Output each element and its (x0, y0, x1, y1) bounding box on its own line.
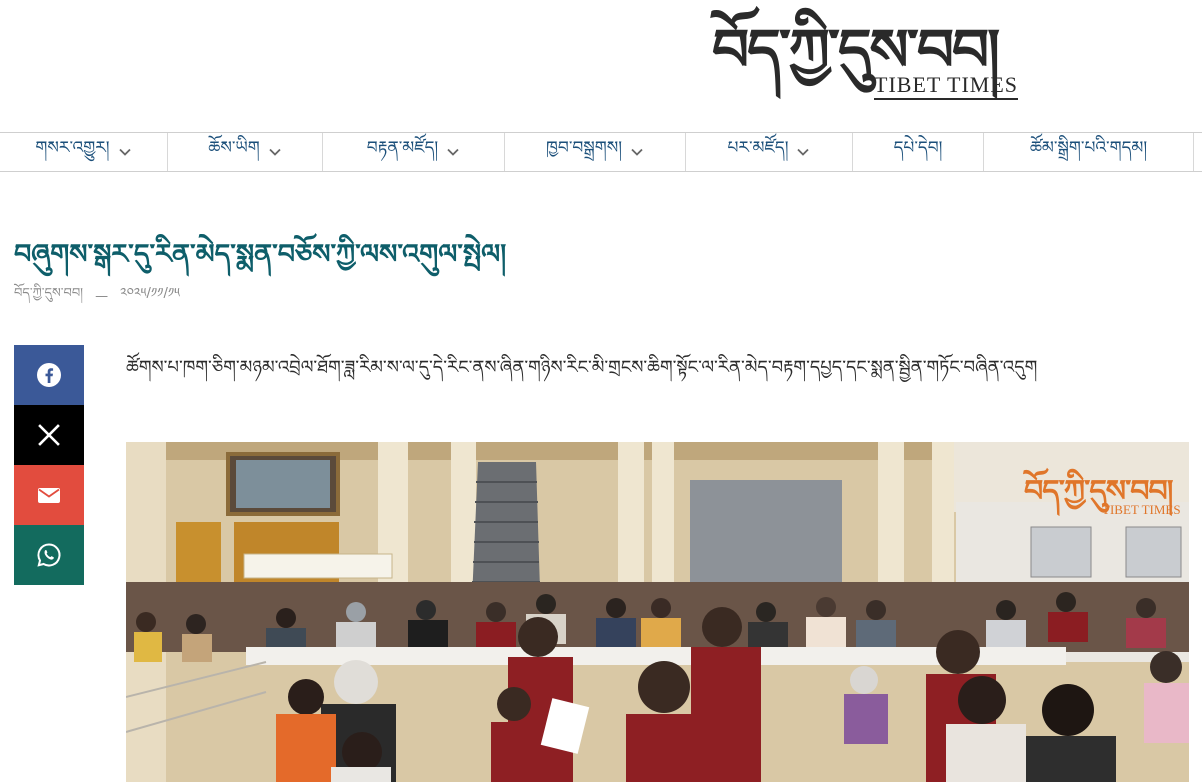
site-header: བོད་ཀྱི་དུས་བབ། TIBET TIMES (0, 0, 1202, 132)
nav-item-announcements[interactable]: ཁྱབ་བསྒྲགས། (505, 133, 686, 171)
article-lead: ཚོགས་པ་ཁག་ཅིག་མཉམ་འབྲེལ་ཐོག་ཟླ་རིམ་ས་ལ་ད… (126, 357, 1038, 378)
envelope-icon (38, 488, 60, 503)
article-meta: བོད་ཀྱི་དུས་བབ། — ༢༠༢༥/༡༡/༡༥ (14, 278, 180, 315)
photo-watermark-english: TIBET TIMES (1102, 502, 1181, 517)
chevron-down-icon (268, 145, 282, 159)
nav-item-editorial[interactable]: ཚོམ་སྒྲིག་པའི་གདམ། (984, 133, 1194, 171)
nav-item-label: གསར་འགྱུར། (35, 138, 110, 158)
nav-item-photos[interactable]: པར་མཛོད། (686, 133, 853, 171)
article-author[interactable]: བོད་ཀྱི་དུས་བབ། (14, 278, 83, 315)
chevron-down-icon (630, 145, 644, 159)
nav-item-label: ཁྱབ་བསྒྲགས། (546, 138, 622, 158)
share-whatsapp-button[interactable] (14, 525, 84, 585)
nav-item-books[interactable]: དཔེ་དེབ། (853, 133, 984, 171)
chevron-down-icon (796, 145, 810, 159)
facebook-icon (37, 363, 61, 387)
nav-item-label: པར་མཛོད། (727, 138, 789, 158)
article-date: ༢༠༢༥/༡༡/༡༥ (120, 286, 180, 301)
article-photo: བོད་ཀྱི་དུས་བབ། TIBET TIMES (126, 442, 1189, 782)
nav-item-label: དཔེ་དེབ། (893, 138, 943, 158)
main-navigation: གསར་འགྱུར། ཆོས་ཡིག བརྟན་མཛོད། ཁྱབ་བསྒྲགས… (0, 132, 1202, 172)
chevron-down-icon (446, 145, 460, 159)
nav-item-archive[interactable]: བརྟན་མཛོད། (323, 133, 505, 171)
meta-separator: — (95, 289, 109, 304)
nav-item-label: ཚོམ་སྒྲིག་པའི་གདམ། (1029, 138, 1148, 158)
nav-item-label: ཆོས་ཡིག (208, 138, 260, 158)
nav-item-label: བརྟན་མཛོད། (366, 138, 439, 158)
photo-watermark: བོད་ཀྱི་དུས་བབ། (1024, 474, 1173, 509)
site-logo[interactable]: བོད་ཀྱི་དུས་བབ། TIBET TIMES (712, 10, 1019, 110)
share-facebook-button[interactable] (14, 345, 84, 405)
share-bar (14, 345, 84, 585)
share-x-button[interactable] (14, 405, 84, 465)
nav-item-articles[interactable]: ཆོས་ཡིག (168, 133, 323, 171)
nav-item-news[interactable]: གསར་འགྱུར། (0, 133, 168, 171)
x-icon (38, 424, 60, 446)
share-email-button[interactable] (14, 465, 84, 525)
whatsapp-icon (37, 543, 61, 567)
logo-english-text: TIBET TIMES (874, 72, 1019, 100)
chevron-down-icon (118, 145, 132, 159)
